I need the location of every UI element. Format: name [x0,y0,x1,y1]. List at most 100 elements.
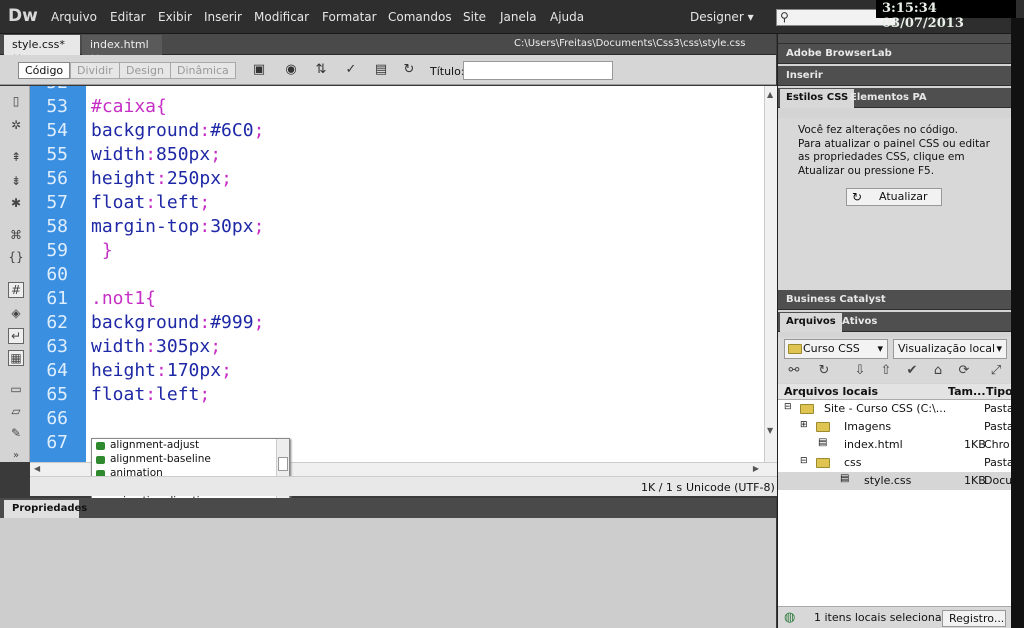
code-token: : [145,192,157,213]
split-view-button[interactable]: Dividir [70,62,120,79]
synchronize-icon[interactable]: ⟳ [954,363,974,381]
tree-row-css[interactable]: ⊟ css Pasta [778,454,1014,472]
workspace-switcher[interactable]: Designer ▾ [690,10,754,24]
menu-bar: Dw Arquivo Editar Exibir Inserir Modific… [0,0,1024,34]
tab-elementos-pa[interactable]: Elementos PA [844,89,933,108]
balance-braces-icon[interactable]: {} [8,250,24,266]
tab-browserlab[interactable]: Adobe BrowserLab [780,45,898,64]
more-tools-icon[interactable]: » [8,450,24,466]
code-line: float:left; [91,384,210,405]
live-view-button[interactable]: Dinâmica [170,62,236,79]
line-number: 64 [46,360,68,381]
menu-inserir[interactable]: Inserir [204,10,242,24]
tree-row-index-html[interactable]: ▤ index.html 1KB Chro [778,436,1012,454]
expand-all-icon[interactable]: ✱ [8,196,24,212]
menu-exibir[interactable]: Exibir [158,10,192,24]
code-line: background:#6C0; [91,120,264,141]
tree-row-imagens[interactable]: ⊞ Imagens Pasta [778,418,1014,436]
menu-arquivo[interactable]: Arquivo [51,10,97,24]
w3c-validation-icon[interactable]: ✓ [340,62,362,80]
menu-formatar[interactable]: Formatar [322,10,377,24]
line-number: 56 [46,168,68,189]
tab-index-html[interactable]: index.html × [82,35,162,65]
tab-style-css[interactable]: style.css* × [4,35,80,65]
business-catalyst-header[interactable]: Business Catalyst [778,290,1012,310]
file-type: Pasta [984,420,1014,433]
get-files-icon[interactable]: ⇩ [850,363,870,381]
line-number: 58 [46,216,68,237]
scroll-thumb[interactable] [278,457,288,471]
multiscreen-icon[interactable]: ▣ [248,62,270,80]
html-file-icon: ▤ [818,437,828,448]
menu-janela[interactable]: Janela [500,10,537,24]
check-out-icon[interactable]: ✔ [902,363,922,381]
line-number: 61 [46,288,68,309]
title-input[interactable] [463,61,613,80]
line-number: 59 [46,240,68,261]
refresh-icon: ↻ [852,190,863,204]
open-documents-icon[interactable]: ▯ [8,94,24,110]
site-select-value: Curso CSS [803,342,860,355]
code-hint-item[interactable]: alignment-baseline [92,453,276,467]
menu-editar[interactable]: Editar [110,10,146,24]
expand-icon[interactable]: ⊞ [800,420,808,430]
code-token: 250px [166,168,222,189]
tab-inserir[interactable]: Inserir [780,67,829,86]
put-files-icon[interactable]: ⇧ [876,363,896,381]
insert-panel-header[interactable]: Inserir [778,66,1012,86]
code-token: width [91,144,146,165]
line-numbers-icon[interactable]: # [8,282,24,298]
menu-ajuda[interactable]: Ajuda [550,10,584,24]
collapse-icon[interactable]: ⊟ [784,402,792,412]
browserlab-panel-header[interactable]: Adobe BrowserLab [778,44,1012,64]
tab-ativos[interactable]: Ativos [836,313,883,332]
collapse-selection-icon[interactable]: ⇟ [8,174,24,190]
column-tamanho[interactable]: Tam... [948,385,986,398]
collapse-tag-icon[interactable]: ⇞ [8,150,24,166]
file-name: Site - Curso CSS (C:\... [824,402,947,415]
menu-comandos[interactable]: Comandos [388,10,452,24]
code-token: ; [253,120,265,141]
word-wrap-icon[interactable]: ↵ [8,328,24,344]
preview-browser-icon[interactable]: ◉ [280,62,302,80]
code-view-button[interactable]: Código [18,62,71,79]
code-hint-item[interactable]: alignment-adjust [92,439,276,453]
select-parent-tag-icon[interactable]: ⌘ [8,228,24,244]
vertical-scrollbar[interactable]: ▲ ▼ [764,86,777,462]
code-editor[interactable]: 52 53 54 55 56 57 58 59 60 61 62 63 64 65 66 67 #caixa{… [30,86,764,462]
tree-row-site[interactable]: ⊟ Site - Curso CSS (C:\... Pasta [778,400,1014,418]
chevron-down-icon: ▾ [747,10,754,24]
document-tabs: style.css* × index.html × C:\Users\Freit… [0,34,776,65]
expand-panel-icon[interactable]: ⤢ [986,363,1006,381]
log-button[interactable]: Registro... [942,610,1006,627]
site-select[interactable]: Curso CSS ▾ [784,339,888,359]
refresh-button[interactable]: ↻ Atualizar [846,188,942,206]
wrap-tag-icon[interactable]: ✎ [8,426,24,442]
column-tipo[interactable]: Tipo [986,385,1013,398]
collapse-icon[interactable]: ⊟ [800,456,808,466]
menu-modificar[interactable]: Modificar [254,10,309,24]
refresh-icon[interactable]: ↻ [814,363,834,381]
tree-row-style-css[interactable]: ▤ style.css 1KB Docu [778,472,1012,490]
panel-collapse-strip[interactable] [778,34,1012,44]
tab-arquivos[interactable]: Arquivos [780,313,842,332]
design-view-button[interactable]: Design [119,62,171,79]
check-in-icon[interactable]: ⌂ [928,363,948,381]
remove-comment-icon[interactable]: ▱ [8,404,24,420]
line-number: 55 [46,144,68,165]
tab-properties[interactable]: Propriedades [4,500,87,518]
title-label: Título: [430,65,465,78]
apply-comment-icon[interactable]: ▭ [8,382,24,398]
show-code-navigator-icon[interactable]: ✲ [8,118,24,134]
tab-business-catalyst[interactable]: Business Catalyst [780,291,892,310]
menu-site[interactable]: Site [463,10,486,24]
code-token: height [91,168,157,189]
connect-icon[interactable]: ⚯ [784,363,804,381]
column-arquivos-locais[interactable]: Arquivos locais [784,385,878,398]
visual-aids-icon[interactable]: ▤ [370,62,392,80]
file-management-icon[interactable]: ⇅ [310,62,332,80]
view-select[interactable]: Visualização local ▾ [893,339,1007,359]
highlight-invalid-code-icon[interactable]: ◈ [8,306,24,322]
syntax-coloring-icon[interactable]: ▦ [8,350,24,366]
refresh-icon[interactable]: ↻ [398,62,420,80]
